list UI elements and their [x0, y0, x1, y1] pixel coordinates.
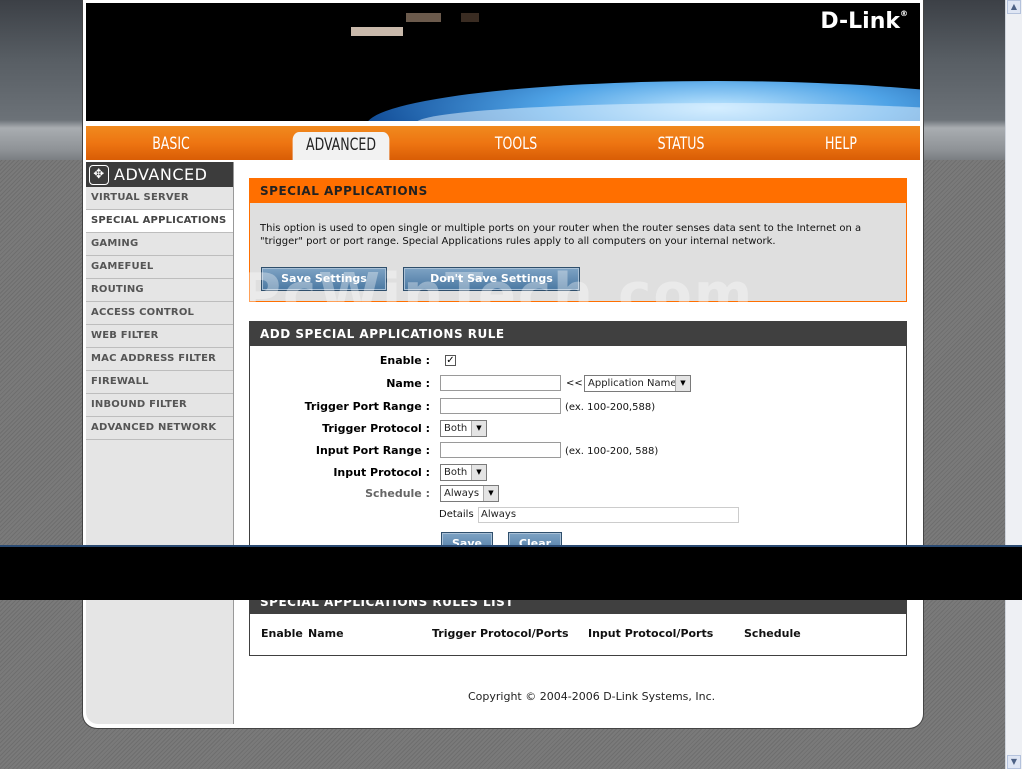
sidebar-item-routing[interactable]: ROUTING	[86, 279, 233, 302]
section-description: This option is used to open single or mu…	[260, 223, 862, 247]
tab-tools[interactable]: TOOLS	[479, 126, 553, 160]
tab-advanced[interactable]: ADVANCED	[292, 132, 390, 160]
input-port-range-hint: (ex. 100-200, 588)	[565, 446, 659, 457]
tab-help[interactable]: HELP	[804, 126, 878, 160]
column-header-trigger: Trigger Protocol/Ports	[432, 627, 569, 640]
input-protocol-label: Input Protocol :	[333, 466, 430, 479]
chevron-down-icon: ▼	[471, 421, 486, 436]
tab-basic[interactable]: BASIC	[134, 126, 208, 160]
obscured-band	[0, 545, 1022, 600]
enable-label: Enable :	[379, 354, 430, 367]
trigger-port-range-hint: (ex. 100-200,588)	[565, 402, 656, 413]
sidebar-item-firewall[interactable]: FIREWALL	[86, 371, 233, 394]
top-nav: BASIC ADVANCED TOOLS STATUS HELP	[86, 126, 920, 160]
input-port-range-input[interactable]	[440, 442, 561, 458]
name-input[interactable]	[440, 375, 561, 391]
router-page: D-Link® BASIC ADVANCED TOOLS STATUS HELP…	[83, 0, 923, 728]
watermark: PcWinTech.com	[240, 262, 755, 327]
section-title: SPECIAL APPLICATIONS	[250, 179, 906, 203]
chevron-down-icon: ▼	[483, 486, 498, 501]
application-name-select[interactable]: Application Name ▼	[584, 375, 691, 392]
chevron-down-icon: ▼	[675, 376, 690, 391]
chevron-down-icon: ▼	[471, 465, 486, 480]
tab-status[interactable]: STATUS	[644, 126, 718, 160]
scroll-down-icon[interactable]: ▼	[1007, 755, 1021, 769]
trigger-protocol-label: Trigger Protocol :	[322, 422, 430, 435]
input-protocol-select[interactable]: Both ▼	[440, 464, 487, 481]
column-header-schedule: Schedule	[744, 627, 801, 640]
column-header-enable: Enable	[261, 627, 303, 640]
details-field: Always	[478, 507, 739, 523]
sidebar-item-mac-address-filter[interactable]: MAC ADDRESS FILTER	[86, 348, 233, 371]
sidebar-item-access-control[interactable]: ACCESS CONTROL	[86, 302, 233, 325]
vertical-scrollbar[interactable]: ▲ ▼	[1005, 0, 1022, 769]
sidebar-item-gaming[interactable]: GAMING	[86, 233, 233, 256]
sidebar-item-gamefuel[interactable]: GAMEFUEL	[86, 256, 233, 279]
input-port-range-label: Input Port Range :	[315, 444, 430, 457]
add-rule-section: ADD SPECIAL APPLICATIONS RULE Enable : ✓…	[249, 321, 907, 556]
copy-arrows: <<	[566, 378, 583, 389]
schedule-label: Schedule :	[365, 487, 430, 500]
trigger-protocol-select[interactable]: Both ▼	[440, 420, 487, 437]
sidebar-item-advanced-network[interactable]: ADVANCED NETWORK	[86, 417, 233, 440]
dlink-logo: D-Link®	[820, 9, 908, 34]
schedule-select[interactable]: Always ▼	[440, 485, 499, 502]
sidebar-header: ✥ ADVANCED	[86, 162, 233, 187]
column-header-name: Name	[308, 627, 344, 640]
copyright-text: Copyright © 2004-2006 D-Link Systems, In…	[468, 690, 716, 703]
header-banner: D-Link®	[86, 3, 920, 121]
column-header-input: Input Protocol/Ports	[588, 627, 714, 640]
sidebar-item-special-applications[interactable]: SPECIAL APPLICATIONS	[86, 210, 233, 233]
trigger-port-range-label: Trigger Port Range :	[304, 400, 430, 413]
enable-checkbox[interactable]: ✓	[445, 355, 456, 366]
sidebar-item-virtual-server[interactable]: VIRTUAL SERVER	[86, 187, 233, 210]
advanced-gear-icon: ✥	[89, 165, 109, 185]
details-label: Details :	[439, 509, 481, 520]
trigger-port-range-input[interactable]	[440, 398, 561, 414]
sidebar-item-inbound-filter[interactable]: INBOUND FILTER	[86, 394, 233, 417]
name-label: Name :	[386, 377, 430, 390]
sidebar: ✥ ADVANCED VIRTUAL SERVER SPECIAL APPLIC…	[86, 162, 234, 724]
sidebar-item-web-filter[interactable]: WEB FILTER	[86, 325, 233, 348]
scroll-up-icon[interactable]: ▲	[1007, 0, 1021, 14]
